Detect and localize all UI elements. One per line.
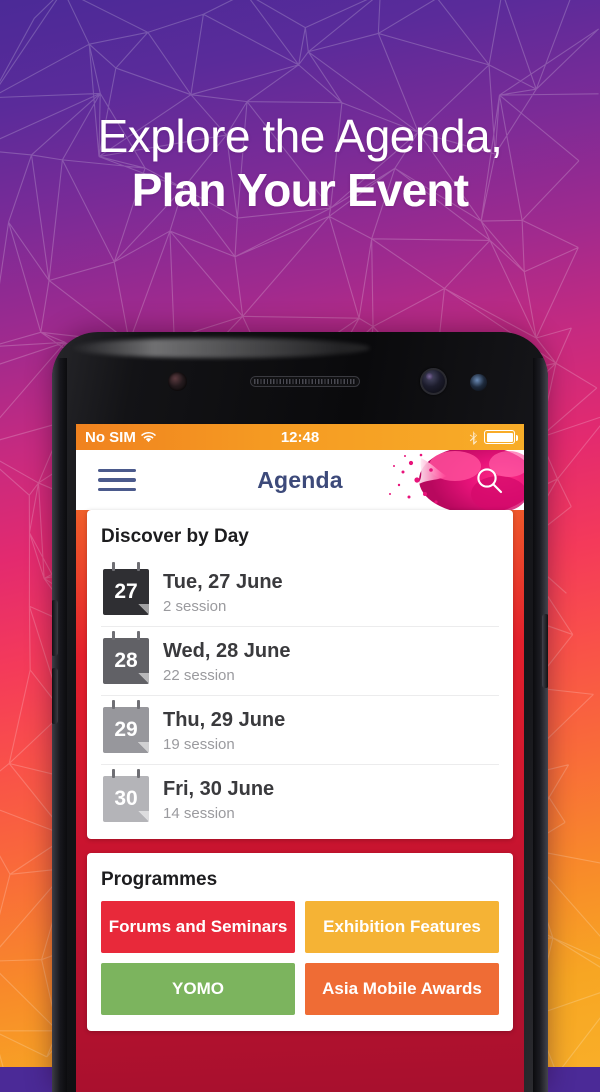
calendar-date: 27 — [114, 580, 138, 603]
session-count: 22 session — [163, 666, 235, 684]
calendar-icon: 30 — [103, 769, 149, 822]
phone-mockup: No SIM 12:48 Agenda Discover by Day 27 T… — [52, 332, 548, 1092]
discover-by-day-card: Discover by Day 27 Tue, 27 June 2 session 2… — [87, 510, 513, 839]
programmes-grid: Forums and Seminars Exhibition Features YO… — [101, 901, 499, 1025]
phone-screen: No SIM 12:48 Agenda Discover by Day 27 T… — [76, 424, 524, 1092]
app-content: Discover by Day 27 Tue, 27 June 2 session 2… — [76, 510, 524, 1092]
battery-icon — [484, 430, 518, 444]
calendar-date: 30 — [114, 787, 138, 810]
session-count: 14 session — [163, 804, 235, 822]
programme-tile[interactable]: Asia Mobile Awards — [305, 963, 499, 1015]
phone-right-edge — [533, 358, 548, 1092]
calendar-icon: 29 — [103, 700, 149, 753]
calendar-date: 28 — [114, 649, 138, 672]
discover-by-day-title: Discover by Day — [101, 526, 249, 547]
headline-line-2: Plan Your Event — [131, 163, 469, 216]
calendar-fold — [138, 742, 149, 753]
programme-tile[interactable]: Forums and Seminars — [101, 901, 295, 953]
day-text: Fri, 30 June 14 session — [163, 777, 499, 822]
calendar-fold — [138, 811, 149, 822]
wifi-icon — [140, 431, 156, 443]
volume-up-button[interactable] — [52, 600, 58, 656]
power-button[interactable] — [542, 614, 548, 688]
calendar-fold — [138, 604, 149, 615]
status-bar: No SIM 12:48 — [76, 424, 524, 450]
phone-top-bezel — [52, 332, 548, 432]
headline-line-1: Explore the Agenda, — [97, 110, 503, 162]
front-camera-icon — [420, 368, 447, 395]
calendar-date: 29 — [114, 718, 138, 741]
iris-sensor-icon — [470, 374, 487, 391]
programme-tile[interactable]: Exhibition Features — [305, 901, 499, 953]
day-row[interactable]: 27 Tue, 27 June 2 session — [101, 558, 499, 626]
bluetooth-icon — [469, 430, 478, 445]
day-label: Wed, 28 June — [163, 639, 291, 662]
day-row[interactable]: 29 Thu, 29 June 19 session — [101, 695, 499, 764]
session-count: 19 session — [163, 735, 235, 753]
calendar-icon: 27 — [103, 562, 149, 615]
day-row[interactable]: 28 Wed, 28 June 22 session — [101, 626, 499, 695]
page-title: Agenda — [257, 466, 343, 493]
proximity-sensor-icon — [168, 372, 187, 391]
day-label: Fri, 30 June — [163, 777, 275, 800]
status-bar-left: No SIM — [85, 429, 156, 446]
day-label: Thu, 29 June — [163, 708, 286, 731]
hamburger-menu-icon[interactable] — [98, 469, 136, 491]
calendar-fold — [138, 673, 149, 684]
phone-left-edge — [52, 358, 67, 1092]
day-text: Thu, 29 June 19 session — [163, 708, 499, 753]
promo-headline: Explore the Agenda, Plan Your Event — [0, 112, 600, 220]
earpiece-speaker-icon — [250, 376, 360, 387]
volume-down-button[interactable] — [52, 668, 58, 724]
day-text: Wed, 28 June 22 session — [163, 639, 499, 684]
programme-tile[interactable]: YOMO — [101, 963, 295, 1015]
status-bar-right — [469, 430, 518, 445]
carrier-label: No SIM — [85, 428, 136, 446]
session-count: 2 session — [163, 597, 227, 615]
day-row[interactable]: 30 Fri, 30 June 14 session — [101, 764, 499, 833]
programmes-title: Programmes — [101, 869, 218, 890]
day-label: Tue, 27 June — [163, 570, 283, 593]
day-list: 27 Tue, 27 June 2 session 28 Wed, 28 June 22 … — [101, 558, 499, 833]
day-text: Tue, 27 June 2 session — [163, 570, 499, 615]
calendar-icon: 28 — [103, 631, 149, 684]
programmes-card: Programmes Forums and Seminars Exhibition… — [87, 853, 513, 1031]
search-icon[interactable] — [475, 466, 504, 495]
app-navigation-bar: Agenda — [76, 450, 524, 510]
